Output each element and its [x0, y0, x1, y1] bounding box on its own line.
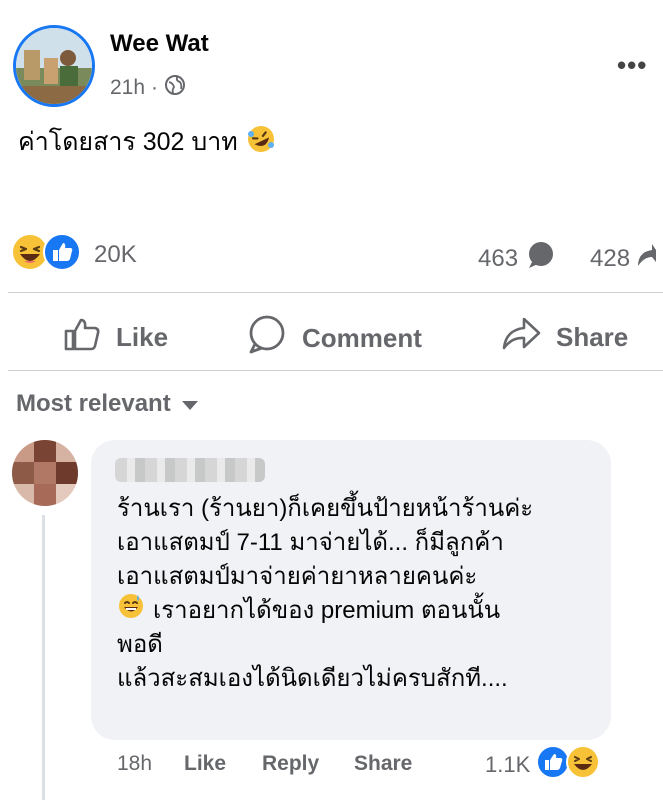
divider [8, 292, 663, 293]
comment-count[interactable]: 463 [478, 240, 556, 277]
comment-share-button[interactable]: Share [354, 752, 412, 776]
reaction-count[interactable]: 20K [94, 241, 137, 269]
comment-bubble-icon [526, 240, 556, 277]
comment-icon [246, 314, 288, 363]
grinning-sweat-icon [117, 592, 145, 630]
share-label: Share [556, 322, 629, 352]
share-icon [500, 314, 542, 361]
divider [8, 370, 663, 371]
sort-label: Most relevant [16, 390, 171, 417]
commenter-avatar[interactable] [12, 440, 78, 506]
comment-line: เราอยากได้ของ premium ตอนนั้น [117, 594, 597, 628]
post-time[interactable]: 21h [110, 76, 145, 100]
comment-line: ร้านเรา (ร้านยา)ก็เคยขึ้นป้ายหน้าร้านค่ะ [117, 492, 597, 526]
comment-count-value: 463 [478, 244, 519, 272]
comment-body: ร้านเรา (ร้านยา)ก็เคยขึ้นป้ายหน้าร้านค่ะ… [117, 492, 597, 696]
post-meta: 21h · [110, 74, 186, 102]
share-arrow-icon [636, 240, 657, 277]
author-avatar[interactable] [13, 25, 95, 107]
comment-reactions[interactable] [535, 744, 601, 785]
share-count[interactable]: 428 [590, 240, 657, 277]
author-name[interactable]: Wee Wat [110, 30, 209, 58]
commenter-name-blurred[interactable] [115, 458, 265, 482]
globe-icon [164, 74, 186, 102]
comment-label: Comment [302, 323, 422, 353]
like-icon [42, 232, 82, 277]
caret-down-icon [181, 390, 199, 418]
comment-line: เอาแสตมป์ 7-11 มาจ่ายได้... ก็มีลูกค้า [117, 526, 597, 560]
comment-time[interactable]: 18h [117, 752, 152, 776]
comment-line-text: เอาแสตมป์ 7-11 มาจ่ายได้... ก็มีลูกค้า [117, 529, 504, 556]
like-button[interactable]: Like [62, 314, 168, 361]
comment-sort-dropdown[interactable]: Most relevant [16, 390, 199, 418]
meta-separator: · [151, 76, 159, 99]
comment-reaction-count[interactable]: 1.1K [485, 752, 530, 778]
comment-like-button[interactable]: Like [184, 752, 226, 776]
thread-line [42, 515, 45, 800]
post-text-content: ค่าโดยสาร 302 บาท [18, 128, 238, 156]
comment-reply-button[interactable]: Reply [262, 752, 319, 776]
comment-line-text: พอดี [117, 631, 163, 658]
thumbs-up-icon [62, 314, 102, 361]
comment-line-text: แล้วสะสมเองได้นิดเดียวไม่ครบสักที.... [117, 665, 508, 692]
comment-line: แล้วสะสมเองได้นิดเดียวไม่ครบสักที.... [117, 662, 597, 696]
post-text: ค่าโดยสาร 302 บาท [18, 122, 276, 162]
rolling-on-floor-laughing-icon [246, 124, 276, 161]
comment-line: เอาแสตมป์มาจ่ายค่ายาหลายคนค่ะ [117, 560, 597, 594]
share-count-value: 428 [590, 244, 631, 272]
share-button[interactable]: Share [500, 314, 628, 361]
comment-line-text: เอาแสตมป์มาจ่ายค่ายาหลายคนค่ะ [117, 563, 478, 590]
comment-line-text: เราอยากได้ของ premium ตอนนั้น [153, 597, 501, 624]
comment-button[interactable]: Comment [246, 314, 422, 363]
more-options-icon[interactable]: ••• [617, 50, 647, 81]
reaction-summary[interactable]: 20K [10, 232, 137, 277]
haha-icon [565, 744, 601, 785]
like-label: Like [116, 322, 169, 352]
comment-line: พอดี [117, 628, 597, 662]
comment-line-text: ร้านเรา (ร้านยา)ก็เคยขึ้นป้ายหน้าร้านค่ะ [117, 495, 534, 522]
